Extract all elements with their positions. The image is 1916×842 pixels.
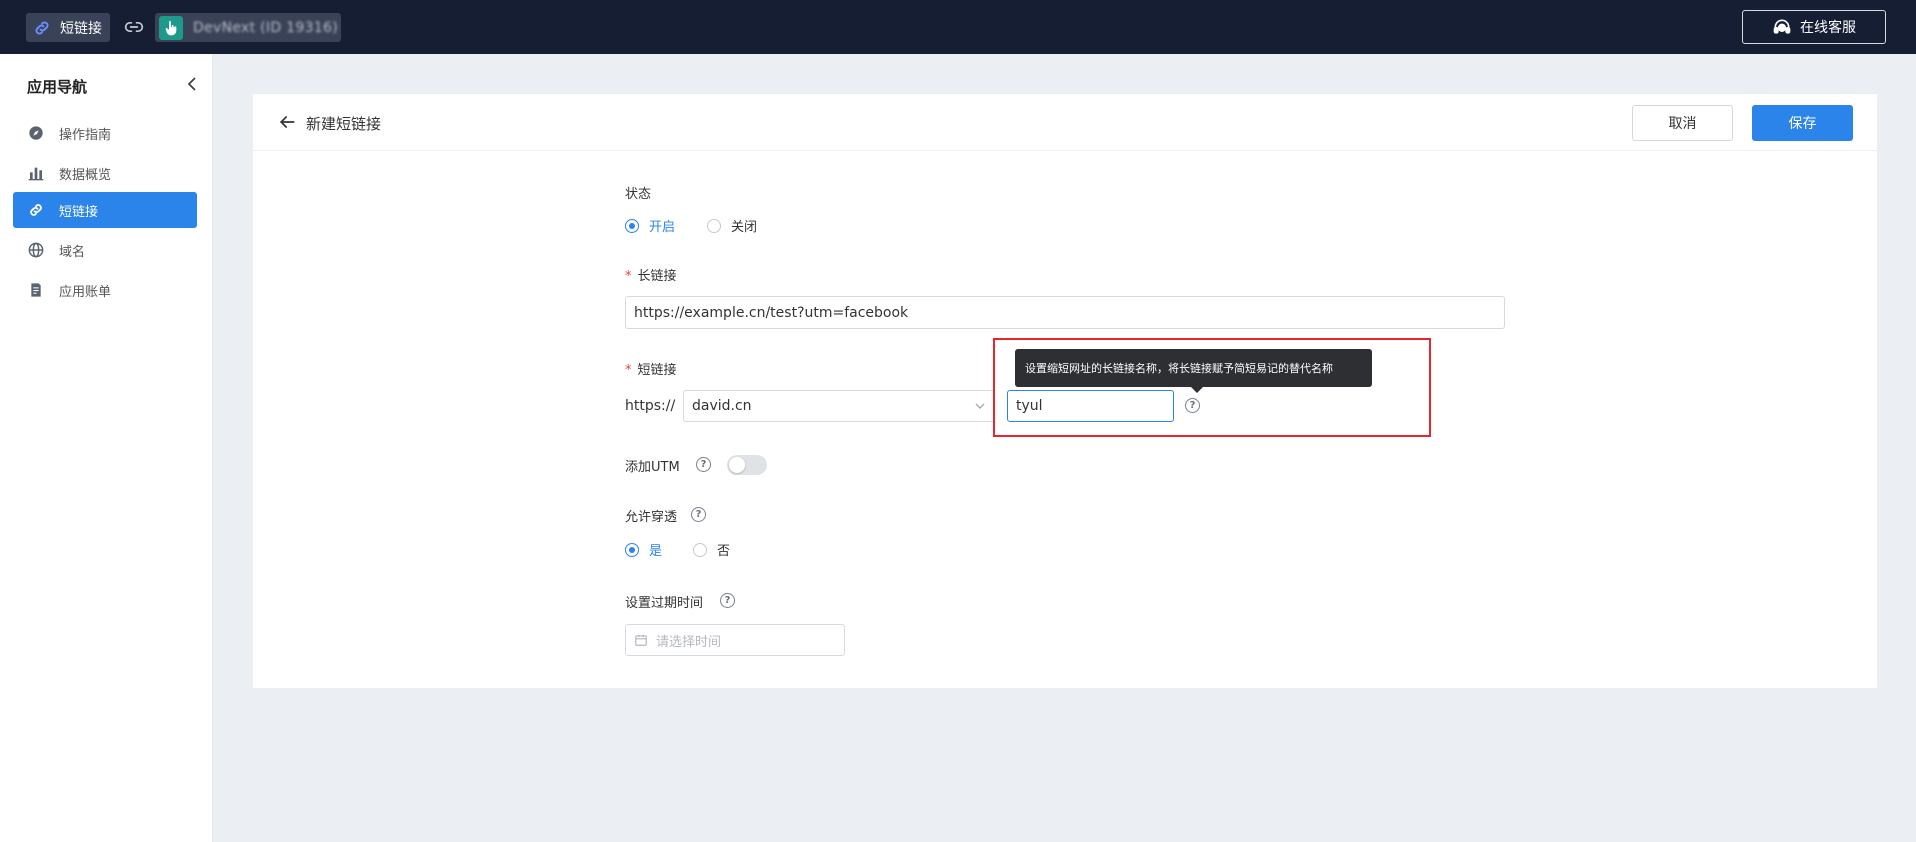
expiry-label: 设置过期时间 bbox=[625, 596, 704, 611]
short-link-prefix: https:// bbox=[625, 398, 676, 414]
radio-dot bbox=[707, 218, 721, 233]
required-asterisk: * bbox=[625, 269, 632, 284]
bar-chart-icon bbox=[27, 164, 45, 182]
long-link-label: * 长链接 bbox=[625, 265, 677, 284]
sidebar-item-domain[interactable]: 域名 bbox=[13, 232, 197, 268]
page-title: 新建短链接 bbox=[306, 115, 382, 133]
passthrough-label: 允许穿透 bbox=[625, 510, 678, 525]
passthrough-no-radio[interactable]: 否 bbox=[693, 540, 730, 559]
sidebar-item-guide[interactable]: 操作指南 bbox=[13, 115, 197, 151]
sidebar-item-shortlink[interactable]: 短链接 bbox=[13, 192, 197, 228]
long-link-label-text: 长链接 bbox=[637, 269, 677, 284]
status-on-radio[interactable]: 开启 bbox=[625, 216, 675, 235]
radio-label: 否 bbox=[717, 544, 731, 559]
sidebar-item-label: 应用账单 bbox=[59, 284, 112, 300]
required-asterisk: * bbox=[625, 363, 632, 378]
link-icon bbox=[27, 201, 45, 219]
calendar-icon bbox=[634, 633, 648, 647]
help-icon[interactable]: ? bbox=[691, 507, 706, 522]
bill-icon bbox=[27, 281, 45, 299]
short-link-label-text: 短链接 bbox=[637, 363, 677, 378]
help-icon[interactable]: ? bbox=[696, 457, 711, 472]
project-name: DevNext (ID 19316) bbox=[193, 19, 338, 36]
utm-toggle[interactable] bbox=[727, 455, 767, 475]
radio-label: 开启 bbox=[649, 220, 676, 235]
chain-link-icon bbox=[124, 17, 146, 37]
date-placeholder: 请选择时间 bbox=[656, 634, 722, 650]
domain-select[interactable]: david.cn bbox=[683, 390, 995, 422]
online-service-button[interactable]: 在线客服 bbox=[1742, 10, 1886, 44]
sidebar-item-billing[interactable]: 应用账单 bbox=[13, 272, 197, 308]
headset-icon bbox=[1772, 17, 1792, 37]
status-off-radio[interactable]: 关闭 bbox=[707, 216, 757, 235]
expiry-date-picker[interactable]: 请选择时间 bbox=[625, 624, 845, 656]
radio-label: 关闭 bbox=[731, 220, 758, 235]
compass-icon bbox=[27, 124, 45, 142]
hand-pointer-icon bbox=[159, 15, 183, 40]
sidebar-item-label: 短链接 bbox=[59, 204, 99, 220]
sidebar-title: 应用导航 bbox=[27, 78, 88, 96]
save-button[interactable]: 保存 bbox=[1752, 105, 1853, 141]
short-link-label: * 短链接 bbox=[625, 359, 677, 378]
long-link-input[interactable]: https://example.cn/test?utm=facebook bbox=[625, 296, 1505, 329]
radio-dot bbox=[625, 542, 639, 557]
sidebar-item-overview[interactable]: 数据概览 bbox=[13, 155, 197, 191]
utm-label: 添加UTM bbox=[625, 460, 680, 475]
cancel-button[interactable]: 取消 bbox=[1632, 105, 1733, 141]
highlight-box bbox=[993, 338, 1431, 437]
app-switcher[interactable]: 短链接 bbox=[26, 13, 110, 42]
sidebar-item-label: 域名 bbox=[59, 244, 86, 260]
radio-label: 是 bbox=[649, 544, 663, 559]
online-service-label: 在线客服 bbox=[1800, 20, 1856, 36]
card-header: 新建短链接 取消 保存 bbox=[253, 94, 1877, 151]
domain-value: david.cn bbox=[692, 398, 752, 414]
status-label: 状态 bbox=[625, 187, 652, 202]
back-arrow-icon[interactable] bbox=[277, 112, 297, 132]
link-icon bbox=[32, 18, 52, 38]
project-switcher[interactable]: DevNext (ID 19316) bbox=[155, 13, 341, 42]
sidebar-item-label: 数据概览 bbox=[59, 167, 112, 183]
app-name: 短链接 bbox=[60, 20, 102, 37]
chevron-down-icon bbox=[974, 400, 986, 412]
globe-icon bbox=[27, 241, 45, 259]
radio-dot bbox=[693, 542, 707, 557]
passthrough-yes-radio[interactable]: 是 bbox=[625, 540, 662, 559]
help-icon[interactable]: ? bbox=[720, 593, 735, 608]
radio-dot bbox=[625, 218, 639, 233]
top-bar: 短链接 DevNext (ID 19316) 在线客服 bbox=[0, 0, 1916, 54]
sidebar-item-label: 操作指南 bbox=[59, 127, 112, 143]
sidebar: 应用导航 操作指南 数据概览 短链接 域名 应用账单 bbox=[0, 54, 213, 842]
collapse-chevron-icon[interactable] bbox=[186, 76, 200, 94]
